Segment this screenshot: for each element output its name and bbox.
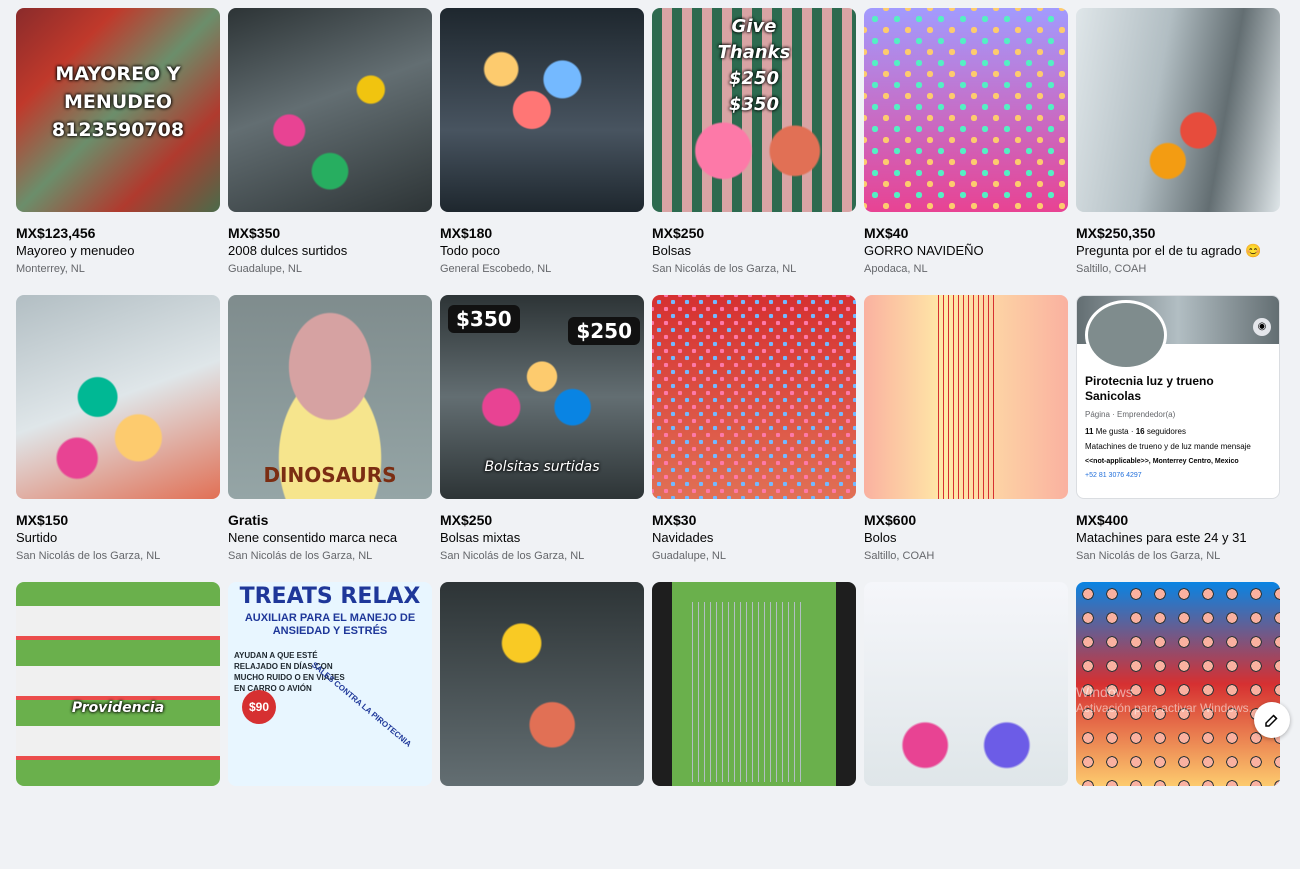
page-name: Pirotecnia luz y trueno Sanicolas	[1085, 374, 1214, 403]
listing-title: Mayoreo y menudeo	[16, 243, 135, 258]
listing-title: Bolsas mixtas	[440, 530, 521, 545]
listing-location: San Nicolás de los Garza, NL	[228, 550, 373, 562]
listing-price: MX$250,350	[1076, 225, 1156, 241]
listing-card[interactable]: MAYOREO Y MENUDEO 8123590708 MX$123,456 …	[16, 8, 220, 295]
listing-image-overlay-text: DINOSAURS	[263, 463, 397, 487]
listing-image[interactable]	[864, 582, 1068, 786]
listing-price: MX$150	[16, 512, 69, 528]
listing-card[interactable]: DINOSAURS Gratis Nene consentido marca n…	[228, 295, 432, 582]
listing-card[interactable]: MX$600 Bolos Saltillo, COAH	[864, 295, 1068, 582]
marketplace-grid: MAYOREO Y MENUDEO 8123590708 MX$123,456 …	[16, 8, 1280, 869]
listing-title: Bolos	[864, 530, 897, 545]
listing-price: MX$250	[440, 512, 493, 528]
listing-location: Saltillo, COAH	[864, 550, 935, 562]
listing-title: Bolsas	[652, 243, 692, 258]
listing-card[interactable]: MX$150 Surtido San Nicolás de los Garza,…	[16, 295, 220, 582]
ad-side-text: SALES CONTRA LA PIROTECNIA	[309, 660, 414, 749]
listing-price: MX$400	[1076, 512, 1129, 528]
listing-location: Saltillo, COAH	[1076, 263, 1147, 275]
compose-icon[interactable]	[1254, 702, 1290, 738]
listing-price: MX$180	[440, 225, 493, 241]
listing-location: San Nicolás de los Garza, NL	[16, 550, 161, 562]
listing-image[interactable]	[228, 8, 432, 212]
listing-title: Matachines para este 24 y 31	[1076, 530, 1247, 545]
listing-image[interactable]: $350 $250 Bolsitas surtidas	[440, 295, 644, 499]
ad-subtitle: AUXILIAR PARA EL MANEJO DE ANSIEDAD Y ES…	[244, 612, 416, 637]
listing-image[interactable]	[864, 8, 1068, 212]
windows-activation-watermark: Windows Activación para activar Windows.	[1075, 684, 1252, 715]
listing-image-caption: Bolsitas surtidas	[484, 459, 600, 475]
page-stats: 11 Me gusta · 16 seguidores	[1085, 427, 1186, 436]
listing-card[interactable]	[864, 582, 1068, 869]
listing-location: San Nicolás de los Garza, NL	[652, 263, 797, 275]
listing-price: MX$40	[864, 225, 909, 241]
listing-title: Surtido	[16, 530, 58, 545]
listing-card[interactable]: MX$180 Todo poco General Escobedo, NL	[440, 8, 644, 295]
listing-image[interactable]: Give Thanks $250 $350	[652, 8, 856, 212]
listing-image[interactable]	[1076, 8, 1280, 212]
listing-image[interactable]	[652, 295, 856, 499]
listing-image-overlay-text: Providencia	[71, 700, 165, 716]
listing-image[interactable]: TREATS RELAX AUXILIAR PARA EL MANEJO DE …	[228, 582, 432, 786]
price-badge: $350	[448, 305, 520, 333]
ad-price: $90	[242, 690, 276, 724]
page-about: Matachines de trueno y de luz mande mens…	[1085, 442, 1251, 451]
listing-price: MX$30	[652, 512, 697, 528]
listing-price: MX$350	[228, 225, 281, 241]
listing-image[interactable]	[16, 295, 220, 499]
listing-title: 2008 dulces surtidos	[228, 243, 348, 258]
listing-location: San Nicolás de los Garza, NL	[1076, 550, 1221, 562]
listing-image-overlay-text: Give Thanks $250 $350	[717, 16, 791, 115]
listing-image-overlay-text: MAYOREO Y MENUDEO 8123590708	[51, 63, 185, 141]
listing-price: Gratis	[228, 512, 269, 528]
listing-title: Pregunta por el de tu agrado 😊	[1076, 243, 1262, 258]
profile-avatar	[1085, 300, 1167, 370]
listing-card[interactable]: MX$350 2008 dulces surtidos Guadalupe, N…	[228, 8, 432, 295]
listing-image[interactable]: Providencia	[16, 582, 220, 786]
page-phone: +52 81 3076 4297	[1085, 472, 1142, 479]
listing-title: Nene consentido marca neca	[228, 530, 398, 545]
listing-card[interactable]	[440, 582, 644, 869]
listing-card[interactable]: Providencia	[16, 582, 220, 869]
listing-location: Guadalupe, NL	[228, 263, 302, 275]
listing-location: Apodaca, NL	[864, 263, 928, 275]
listing-location: San Nicolás de los Garza, NL	[440, 550, 585, 562]
listing-card[interactable]: Give Thanks $250 $350 MX$250 Bolsas San …	[652, 8, 856, 295]
listing-price: MX$123,456	[16, 225, 96, 241]
listing-image[interactable]: DINOSAURS	[228, 295, 432, 499]
ad-title: TREATS RELAX	[239, 584, 421, 609]
listing-image[interactable]	[440, 8, 644, 212]
listing-card[interactable]: MX$250,350 Pregunta por el de tu agrado …	[1076, 8, 1280, 295]
listing-card[interactable]: ◉ Pirotecnia luz y trueno Sanicolas Pági…	[1076, 295, 1280, 582]
compose-icon-glyph	[1265, 714, 1278, 727]
listing-image[interactable]	[440, 582, 644, 786]
listing-title: Todo poco	[440, 243, 500, 258]
listing-price: MX$250	[652, 225, 705, 241]
page-category: Página · Emprendedor(a)	[1085, 410, 1176, 419]
listing-title: GORRO NAVIDEÑO	[864, 243, 984, 258]
page-address: <<not-applicable>>, Monterrey Centro, Me…	[1085, 458, 1239, 465]
listing-title: Navidades	[652, 530, 714, 545]
listing-location: Monterrey, NL	[16, 263, 85, 275]
price-badge: $250	[568, 317, 640, 345]
listing-card[interactable]	[1076, 582, 1280, 869]
listing-image[interactable]: ◉ Pirotecnia luz y trueno Sanicolas Pági…	[1076, 295, 1280, 499]
listing-card[interactable]: $350 $250 Bolsitas surtidas MX$250 Bolsa…	[440, 295, 644, 582]
camera-icon: ◉	[1253, 318, 1271, 336]
listing-image[interactable]	[652, 582, 856, 786]
listing-card[interactable]: MX$40 GORRO NAVIDEÑO Apodaca, NL	[864, 8, 1068, 295]
listing-card[interactable]: MX$30 Navidades Guadalupe, NL	[652, 295, 856, 582]
listing-price: MX$600	[864, 512, 917, 528]
listing-card[interactable]	[652, 582, 856, 869]
listing-location: Guadalupe, NL	[652, 550, 726, 562]
listing-image[interactable]: MAYOREO Y MENUDEO 8123590708	[16, 8, 220, 212]
listing-location: General Escobedo, NL	[440, 263, 552, 275]
listing-image[interactable]	[864, 295, 1068, 499]
listing-card[interactable]: TREATS RELAX AUXILIAR PARA EL MANEJO DE …	[228, 582, 432, 869]
